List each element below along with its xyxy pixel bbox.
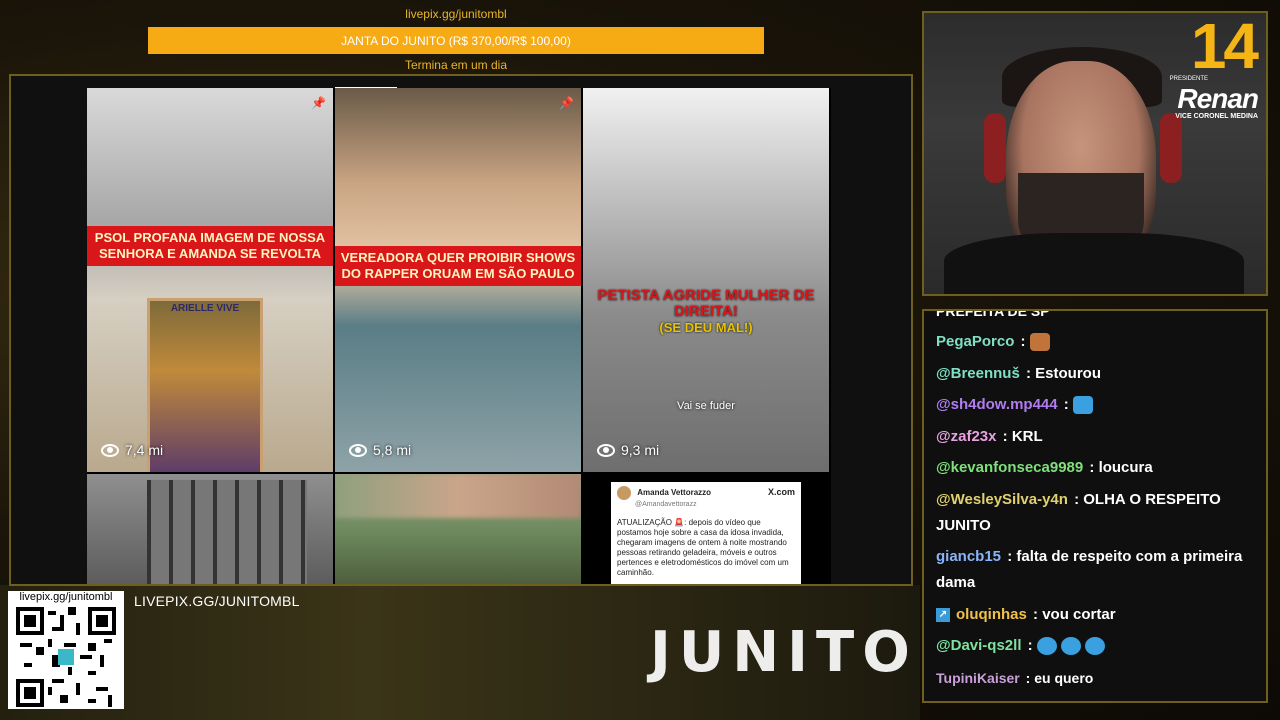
pin-icon: 📌 [559,96,574,110]
campaign-title: PRESIDENTE [1169,76,1208,82]
goal-progress-bar: JANTA DO JUNITO (R$ 370,00/R$ 100,00) [148,27,764,54]
moderator-badge-icon: ↗ [936,607,950,622]
channel-logo: JUNITO [650,620,918,685]
qr-code [16,607,116,707]
chat-username[interactable]: @Breennuš [936,365,1020,382]
chat-message: @Davi-qs2ll : [936,633,1256,659]
tile-headline: PETISTA AGRIDE MULHER DE DIREITA! (SE DE… [583,284,829,340]
tile-headline: PSOL PROFANA IMAGEM DE NOSSA SENHORA E A… [87,226,333,266]
tweet-handle: @Amandavettorazz [635,501,697,508]
feed-tile-4[interactable] [87,474,333,584]
chat-panel: PREFEITA DE SP PegaPorco : @Breennuš : E… [922,309,1268,703]
painting: ARIELLE VIVE [147,298,263,472]
tile-caption: Vai se fuder [677,400,735,412]
video-feed-grid: 📌 PSOL PROFANA IMAGEM DE NOSSA SENHORA E… [87,87,831,584]
qr-label: livepix.gg/junitombl [19,591,113,603]
goal-title: JANTA DO JUNITO (R$ 370,00/R$ 100,00) [341,33,571,48]
chat-message: TupiniKaiser : eu quero [936,669,1094,686]
chat-messages: PegaPorco : @Breennuš : Estourou @sh4dow… [936,329,1256,696]
livepix-link: LIVEPIX.GG/JUNITOMBL [134,593,300,609]
chat-message: @kevanfonseca9989 : loucura [936,459,1153,476]
tweet-body: ATUALIZAÇÃO 🚨: depois do vídeo que posta… [617,518,789,577]
view-count-value: 9,3 mi [621,442,660,458]
headset-icon [1160,113,1182,183]
screen-share: 📌 PSOL PROFANA IMAGEM DE NOSSA SENHORA E… [9,74,913,586]
goal-link: livepix.gg/junitombl [405,7,507,21]
chat-username[interactable]: @Davi-qs2ll [936,637,1022,654]
emote-icon [1072,396,1093,415]
chat-message: @WesleySilva-y4n : OLHA O RESPEITO JUNIT… [936,490,1221,534]
goal-ends-text: Termina em um dia [404,58,508,72]
campaign-name: Renan [1177,83,1259,114]
eye-icon [597,443,615,457]
eye-icon [349,443,367,457]
emote-icon [1036,637,1057,656]
view-count-value: 7,4 mi [125,442,164,458]
eye-icon [101,443,119,457]
chat-message: @Breennuš : Estourou [936,364,1101,382]
tile-subheadline: (SE DEU MAL!) [659,320,753,335]
chat-message: @zaf23x : KRL [936,427,1043,445]
chat-message: giancb15 : falta de respeito com a prime… [936,548,1243,591]
pin-icon: 📌 [311,96,326,110]
view-count: 5,8 mi [349,442,411,458]
chat-username[interactable]: @kevanfonseca9989 [936,459,1083,476]
chat-username[interactable]: @zaf23x [936,428,997,445]
chat-partial-line: PREFEITA DE SP [936,309,1050,319]
emote-icon [1029,333,1050,352]
webcam-shirt [944,233,1244,294]
chat-username[interactable]: @sh4dow.mp444 [936,396,1058,413]
qr-code-card: livepix.gg/junitombl [8,591,124,709]
feed-tile-3[interactable]: PETISTA AGRIDE MULHER DE DIREITA! (SE DE… [583,88,829,472]
chat-username[interactable]: TupiniKaiser [936,670,1020,686]
chat-username[interactable]: PegaPorco [936,333,1014,350]
chat-message: @sh4dow.mp444 : [936,392,1256,418]
chat-text: loucura [1098,459,1153,476]
chat-username[interactable]: @WesleySilva-y4n [936,491,1068,508]
blurred-header [335,474,581,518]
tweet-site: X.com [767,487,795,497]
window-grille [147,480,307,584]
chat-text: KRL [1011,427,1043,445]
chat-username[interactable]: giancb15 [936,548,1001,565]
feed-tile-6[interactable]: X.com Amanda Vettorazzo @Amandavettorazz… [583,474,829,584]
view-count: 9,3 mi [597,442,659,458]
view-count: 7,4 mi [101,442,163,458]
feed-tile-5[interactable] [335,474,581,584]
avatar [617,486,631,500]
feed-tile-2[interactable]: 📌 VEREADORA QUER PROIBIR SHOWS DO RAPPER… [335,88,581,472]
emote-icon [1061,637,1082,656]
tile-headline: VEREADORA QUER PROIBIR SHOWS DO RAPPER O… [335,246,581,286]
webcam: 14 PRESIDENTE Renan VICE CORONEL MEDINA [922,11,1268,296]
feed-tile-1[interactable]: 📌 PSOL PROFANA IMAGEM DE NOSSA SENHORA E… [87,88,333,472]
tweet-card: X.com Amanda Vettorazzo @Amandavettorazz… [611,482,801,584]
chat-message: ↗ oluqinhas : vou cortar [936,602,1256,628]
chat-username[interactable]: oluqinhas [956,606,1027,623]
chat-message: PegaPorco : [936,329,1256,355]
chat-text: vou cortar [1042,605,1116,623]
campaign-number: 14 [1190,11,1259,82]
chat-text: Estourou [1035,364,1101,382]
chat-text: eu quero [1034,669,1094,686]
tweet-author: Amanda Vettorazzo [637,488,712,498]
view-count-value: 5,8 mi [373,442,412,458]
emote-icon [1085,637,1106,656]
headset-icon [984,113,1006,183]
painting-label: ARIELLE VIVE [170,303,240,314]
tile-headline-text: PETISTA AGRIDE MULHER DE DIREITA! [597,287,815,320]
campaign-vice: VICE CORONEL MEDINA [1175,113,1258,120]
